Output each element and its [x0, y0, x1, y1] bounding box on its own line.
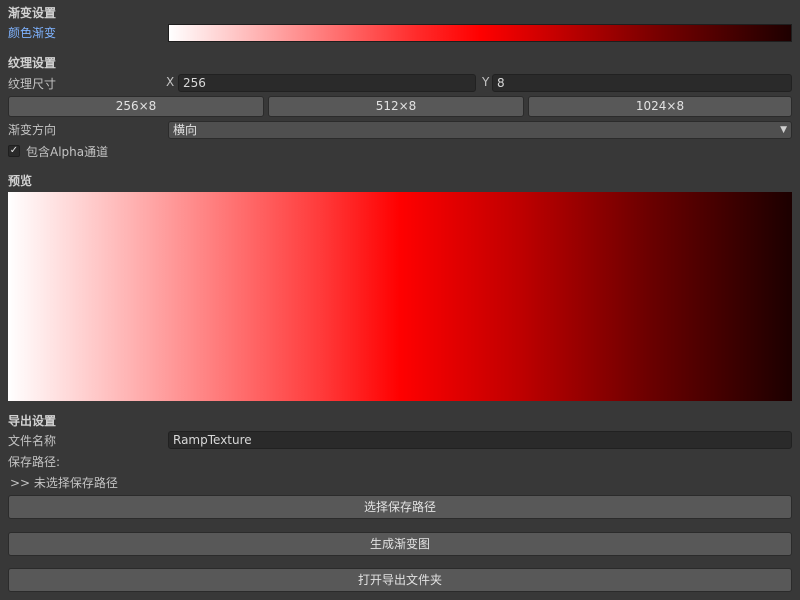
gradient-direction-label: 渐变方向 — [8, 123, 57, 137]
gradient-preview-image — [8, 192, 792, 401]
include-alpha-checkbox[interactable]: ✓ — [8, 145, 20, 157]
color-gradient-field[interactable] — [168, 24, 792, 42]
color-gradient-label: 颜色渐变 — [8, 26, 57, 40]
gradient-direction-dropdown[interactable]: 横向 ▼ — [168, 121, 792, 139]
open-export-folder-button[interactable]: 打开导出文件夹 — [8, 568, 792, 592]
generate-gradient-button[interactable]: 生成渐变图 — [8, 532, 792, 556]
checkmark-icon: ✓ — [9, 145, 19, 156]
file-name-label: 文件名称 — [8, 434, 57, 448]
y-label: Y — [482, 75, 490, 89]
gradient-settings-heading: 渐变设置 — [8, 6, 57, 20]
x-label: X — [166, 75, 175, 89]
preset-1024x8-button[interactable]: 1024×8 — [528, 96, 792, 117]
preview-heading: 预览 — [8, 174, 33, 188]
texture-size-label: 纹理尺寸 — [8, 77, 57, 91]
save-path-label: 保存路径: — [8, 455, 61, 469]
export-settings-heading: 导出设置 — [8, 414, 57, 428]
preset-256x8-button[interactable]: 256×8 — [8, 96, 264, 117]
y-size-input[interactable]: 8 — [492, 74, 792, 92]
gradient-direction-value: 横向 — [173, 123, 198, 137]
file-name-input[interactable]: RampTexture — [168, 431, 792, 449]
texture-settings-heading: 纹理设置 — [8, 56, 57, 70]
include-alpha-label: 包含Alpha通道 — [26, 145, 109, 159]
chevron-down-icon: ▼ — [780, 125, 787, 135]
select-save-path-button[interactable]: 选择保存路径 — [8, 495, 792, 519]
preset-512x8-button[interactable]: 512×8 — [268, 96, 524, 117]
save-path-status: >> 未选择保存路径 — [10, 476, 118, 490]
x-size-input[interactable]: 256 — [178, 74, 476, 92]
